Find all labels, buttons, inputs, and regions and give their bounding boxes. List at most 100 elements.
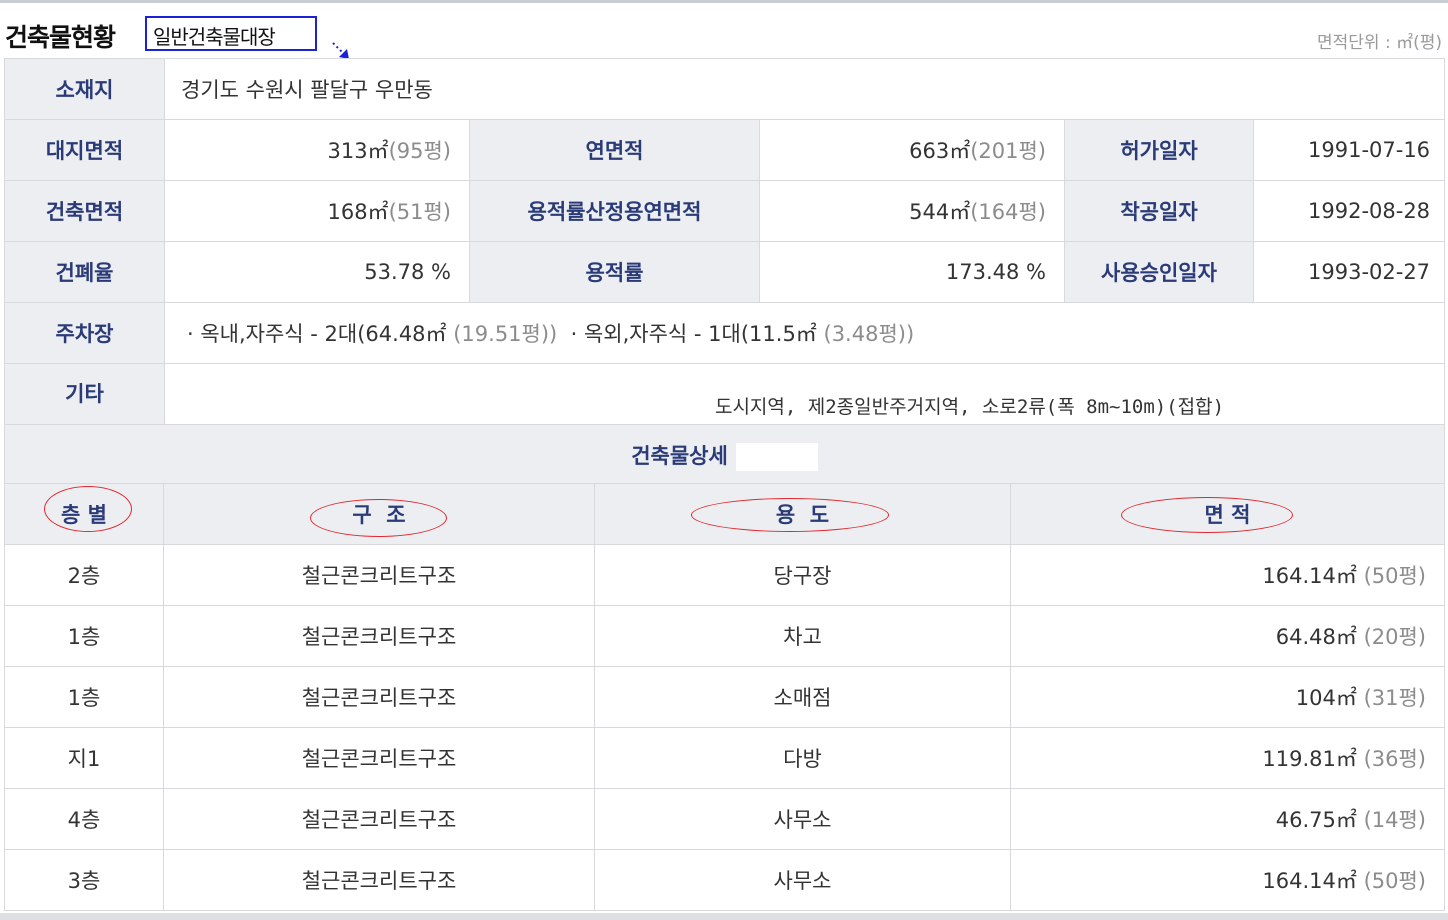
location-value: 경기도 수원시 팔달구 우만동 <box>163 58 1446 120</box>
coverage-ratio-value: 53.78 % <box>164 241 470 303</box>
area-cell: 164.14㎡ (50평) <box>1010 544 1445 606</box>
parking-label: 주차장 <box>4 302 165 364</box>
structure-cell: 철근콘크리트구조 <box>163 605 595 667</box>
floor-cell: 1층 <box>4 605 164 667</box>
far-floor-area-pyeong: (164평) <box>970 200 1046 224</box>
use-cell: 사무소 <box>594 788 1011 850</box>
location-row: 소재지 경기도 수원시 팔달구 우만동 <box>4 58 1446 120</box>
parking-indoor-pyeong: (19.51평)) <box>453 322 558 346</box>
floor-cell: 4층 <box>4 788 164 850</box>
use-cell: 당구장 <box>594 544 1011 606</box>
col-use-header: 용 도 <box>594 483 1011 545</box>
col-floor-header: 층 별 <box>4 483 164 545</box>
total-floor-area-value: 663㎡ <box>909 139 971 163</box>
floor-cell: 2층 <box>4 544 164 606</box>
location-label: 소재지 <box>4 58 165 120</box>
area-row-1: 대지면적 313㎡(95평) 연면적 663㎡(201평) 허가일자 1991-… <box>4 119 1446 181</box>
total-floor-area-cell: 663㎡(201평) <box>759 119 1065 181</box>
registry-type-badge: 일반건축물대장 <box>145 16 317 51</box>
structure-cell: 철근콘크리트구조 <box>163 849 595 911</box>
top-border <box>0 0 1448 3</box>
area-unit-note: 면적단위 : ㎡(평) <box>1317 33 1442 53</box>
area-cell: 119.81㎡ (36평) <box>1010 727 1445 789</box>
table-row: 3층 철근콘크리트구조 사무소 164.14㎡ (50평) <box>4 849 1445 911</box>
table-row: 지1 철근콘크리트구조 다방 119.81㎡ (36평) <box>4 727 1445 789</box>
land-area-label: 대지면적 <box>4 119 165 181</box>
ratio-row: 건폐율 53.78 % 용적률 173.48 % 사용승인일자 1993-02-… <box>4 241 1446 303</box>
floor-cell: 3층 <box>4 849 164 911</box>
building-area-cell: 168㎡(51평) <box>164 180 470 242</box>
col-structure-header: 구 조 <box>163 483 595 545</box>
area-pyeong: (36평) <box>1363 747 1426 771</box>
area-value: 119.81㎡ <box>1262 747 1357 771</box>
area-pyeong: (50평) <box>1363 869 1426 893</box>
parking-row: 주차장 · 옥내,자주식 - 2대(64.48㎡ (19.51평)) · 옥외,… <box>4 302 1446 364</box>
area-row-2: 건축면적 168㎡(51평) 용적률산정용연면적 544㎡(164평) 착공일자… <box>4 180 1446 242</box>
col-area-header: 면 적 <box>1010 483 1445 545</box>
floor-detail-table: 층 별 구 조 용 도 면 적 2층 철근콘크리트구조 당구장 164.14㎡ … <box>4 483 1445 911</box>
detail-section-title: 건축물상세 <box>631 443 728 468</box>
approval-date-label: 사용승인일자 <box>1064 241 1254 303</box>
far-floor-area-cell: 544㎡(164평) <box>759 180 1065 242</box>
floor-area-ratio-label: 용적률 <box>469 241 760 303</box>
area-pyeong: (50평) <box>1363 564 1426 588</box>
area-cell: 104㎡ (31평) <box>1010 666 1445 728</box>
use-cell: 사무소 <box>594 849 1011 911</box>
land-area-pyeong: (95평) <box>388 139 451 163</box>
structure-cell: 철근콘크리트구조 <box>163 727 595 789</box>
use-cell: 소매점 <box>594 666 1011 728</box>
page-title: 건축물현황 <box>5 23 116 52</box>
use-cell: 차고 <box>594 605 1011 667</box>
structure-cell: 철근콘크리트구조 <box>163 788 595 850</box>
parking-outdoor: · 옥외,자주식 - 1대(11.5㎡ <box>570 322 817 346</box>
parking-indoor: · 옥내,자주식 - 2대(64.48㎡ <box>187 322 447 346</box>
permit-date-label: 허가일자 <box>1064 119 1254 181</box>
col-area-label: 면 적 <box>1204 503 1251 527</box>
table-row: 4층 철근콘크리트구조 사무소 46.75㎡ (14평) <box>4 788 1445 850</box>
parking-outdoor-pyeong: (3.48평)) <box>823 322 915 346</box>
permit-date-value: 1991-07-16 <box>1252 119 1446 181</box>
total-floor-area-pyeong: (201평) <box>970 139 1046 163</box>
table-row: 2층 철근콘크리트구조 당구장 164.14㎡ (50평) <box>4 544 1445 606</box>
land-area-cell: 313㎡(95평) <box>164 119 470 181</box>
etc-value: 도시지역, 제2종일반주거지역, 소로2류(폭 8m~10m)(접합) <box>163 363 1446 425</box>
area-value: 64.48㎡ <box>1275 625 1357 649</box>
table-row: 1층 철근콘크리트구조 소매점 104㎡ (31평) <box>4 666 1445 728</box>
detail-section-header: 건축물상세 <box>3 424 1446 486</box>
etc-label: 기타 <box>4 363 165 425</box>
land-area-value: 313㎡ <box>327 139 389 163</box>
area-cell: 64.48㎡ (20평) <box>1010 605 1445 667</box>
col-floor-label: 층 별 <box>61 503 107 527</box>
area-value: 164.14㎡ <box>1262 564 1357 588</box>
construction-start-value: 1992-08-28 <box>1252 180 1446 242</box>
structure-cell: 철근콘크리트구조 <box>163 666 595 728</box>
parking-value: · 옥내,자주식 - 2대(64.48㎡ (19.51평)) · 옥외,자주식 … <box>163 302 1446 364</box>
area-pyeong: (14평) <box>1363 808 1426 832</box>
construction-start-label: 착공일자 <box>1064 180 1254 242</box>
building-area-pyeong: (51평) <box>388 200 451 224</box>
use-cell: 다방 <box>594 727 1011 789</box>
floor-area-ratio-value: 173.48 % <box>759 241 1065 303</box>
coverage-ratio-label: 건폐율 <box>4 241 165 303</box>
table-row: 1층 철근콘크리트구조 차고 64.48㎡ (20평) <box>4 605 1445 667</box>
detail-header-row: 층 별 구 조 용 도 면 적 <box>4 483 1445 545</box>
building-area-value: 168㎡ <box>327 200 389 224</box>
far-floor-area-label: 용적률산정용연면적 <box>469 180 760 242</box>
structure-cell: 철근콘크리트구조 <box>163 544 595 606</box>
redaction-box <box>735 442 818 471</box>
area-value: 104㎡ <box>1295 686 1357 710</box>
bottom-border <box>0 913 1448 920</box>
far-floor-area-value: 544㎡ <box>909 200 971 224</box>
etc-row: 기타 도시지역, 제2종일반주거지역, 소로2류(폭 8m~10m)(접합) <box>4 363 1446 425</box>
area-value: 46.75㎡ <box>1275 808 1357 832</box>
area-pyeong: (31평) <box>1363 686 1426 710</box>
approval-date-value: 1993-02-27 <box>1252 241 1446 303</box>
area-cell: 46.75㎡ (14평) <box>1010 788 1445 850</box>
floor-cell: 1층 <box>4 666 164 728</box>
building-info-table: 소재지 경기도 수원시 팔달구 우만동 대지면적 313㎡(95평) 연면적 6… <box>3 58 1446 486</box>
area-pyeong: (20평) <box>1363 625 1426 649</box>
col-structure-label: 구 조 <box>352 503 406 527</box>
area-value: 164.14㎡ <box>1262 869 1357 893</box>
detail-section-row: 건축물상세 <box>3 424 1446 486</box>
total-floor-area-label: 연면적 <box>469 119 760 181</box>
